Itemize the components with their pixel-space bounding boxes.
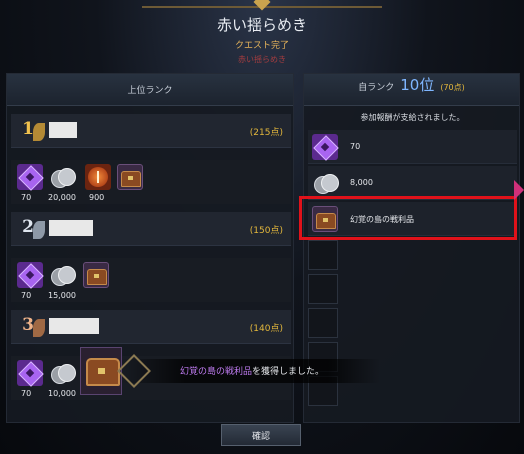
rank-header-row: 1 (215点) bbox=[11, 114, 291, 148]
rank-rewards-row: 70 20,000 900 bbox=[11, 160, 291, 204]
purple-gem-icon[interactable] bbox=[17, 360, 43, 386]
rank-rewards-row: 70 15,000 bbox=[11, 258, 291, 302]
notification-item-name: 幻覚の島の戦利品 bbox=[180, 367, 253, 377]
top-ranks-heading: 上位ランク bbox=[7, 74, 293, 106]
player-name-redacted bbox=[49, 122, 77, 138]
rank-header-row: 3 (140点) bbox=[11, 310, 291, 344]
rank-points: (150点) bbox=[249, 226, 283, 236]
rank-points: (215点) bbox=[249, 128, 283, 138]
rank-header-row: 2 (150点) bbox=[11, 212, 291, 246]
notification-suffix: を獲得しました。 bbox=[252, 367, 325, 377]
purple-gem-icon[interactable] bbox=[17, 262, 43, 288]
silver-coins-icon[interactable] bbox=[312, 170, 339, 196]
quest-result-window: 赤い揺らめき クエスト完了 赤い揺らめき 上位ランク 1 (215点) 70 2… bbox=[0, 0, 524, 454]
participation-reward-message: 参加報酬が支給されました。 bbox=[360, 113, 465, 122]
silver-coins-icon[interactable] bbox=[49, 164, 76, 190]
rank-points: (140点) bbox=[249, 324, 283, 334]
self-reward-slot: 70 bbox=[308, 130, 517, 164]
side-arrow-icon[interactable] bbox=[514, 180, 524, 200]
quest-title: 赤い揺らめき bbox=[216, 16, 307, 34]
confirm-button[interactable]: 確認 bbox=[221, 424, 301, 446]
silver-coins-icon[interactable] bbox=[49, 360, 76, 386]
self-rank-label: 自ランク bbox=[358, 83, 395, 93]
treasure-chest-icon bbox=[80, 347, 122, 395]
self-rank-value: 10位 bbox=[400, 76, 435, 94]
empty-reward-slot bbox=[308, 274, 338, 304]
self-reward-slot: 8,000 bbox=[308, 166, 517, 200]
treasure-chest-icon[interactable] bbox=[83, 262, 109, 288]
orange-orb-icon[interactable] bbox=[85, 164, 111, 190]
bronze-medal-icon: 3 bbox=[17, 313, 45, 341]
silver-coins-icon[interactable] bbox=[49, 262, 76, 288]
quest-status: クエスト完了 bbox=[234, 41, 289, 51]
empty-reward-slot bbox=[308, 240, 338, 270]
red-highlight-box bbox=[299, 196, 517, 240]
empty-reward-slot bbox=[308, 308, 338, 338]
treasure-chest-icon[interactable] bbox=[117, 164, 143, 190]
purple-gem-icon[interactable] bbox=[17, 164, 43, 190]
notification-message: 幻覚の島の戦利品を獲得しました。 bbox=[180, 364, 324, 377]
silver-medal-icon: 2 bbox=[17, 215, 45, 243]
item-acquired-notification: 幻覚の島の戦利品を獲得しました。 bbox=[80, 347, 380, 395]
self-rank-heading: 自ランク 10位 (70点) bbox=[304, 74, 519, 106]
purple-gem-icon[interactable] bbox=[312, 134, 338, 160]
gold-medal-icon: 1 bbox=[17, 117, 45, 145]
quest-sub-status: 赤い揺らめき bbox=[238, 55, 286, 64]
header: 赤い揺らめき クエスト完了 赤い揺らめき bbox=[0, 0, 524, 70]
player-name-redacted bbox=[49, 318, 99, 334]
player-name-redacted bbox=[49, 220, 93, 236]
self-rank-points: (70点) bbox=[440, 83, 465, 92]
